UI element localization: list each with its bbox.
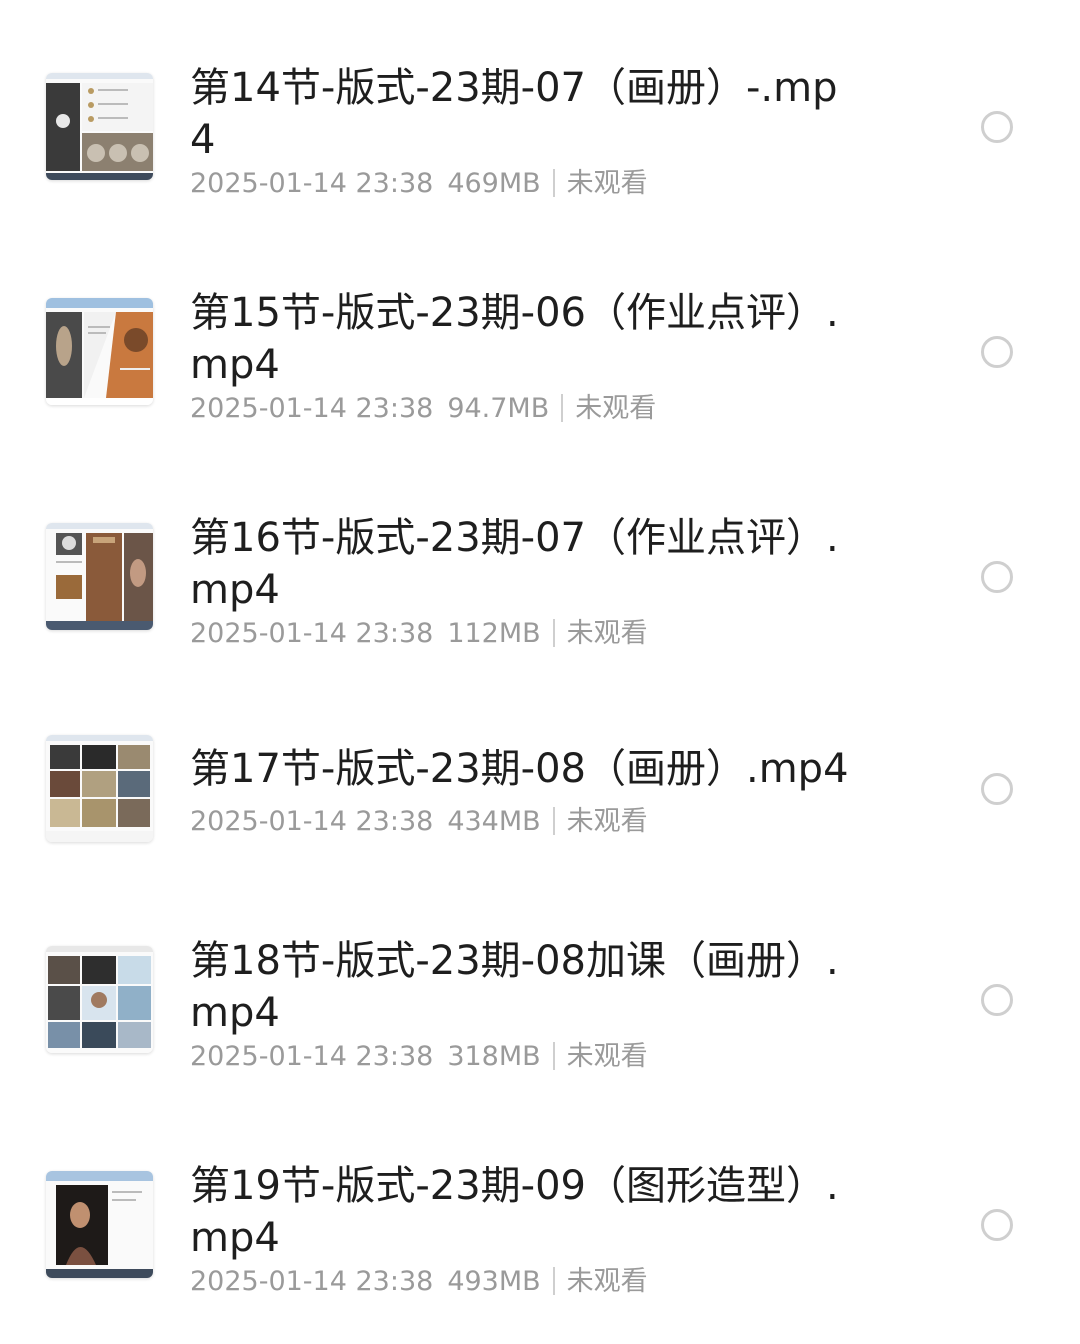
file-date: 2025-01-14 23:38 [190,168,434,199]
watch-status: 未观看 [566,618,648,649]
file-title: 第17节-版式-23期-08（画册）.mp4 [190,746,849,792]
watch-status: 未观看 [566,168,648,199]
file-size: 493MB [447,1266,541,1297]
watch-status: 未观看 [566,806,648,837]
file-meta: 2025-01-14 23:38 318MB 未观看 [190,1040,648,1074]
file-title: 第16节-版式-23期-07（作业点评）.mp4 [190,515,839,613]
file-date: 2025-01-14 23:38 [190,1266,434,1297]
file-title: 第19节-版式-23期-09（图形造型）.mp4 [190,1163,839,1261]
meta-divider [552,807,555,835]
file-size: 434MB [447,806,541,837]
file-title: 第18节-版式-23期-08加课（画册）.mp4 [190,938,839,1036]
file-size: 94.7MB [447,393,550,424]
file-meta: 2025-01-14 23:38 434MB 未观看 [190,805,648,839]
video-thumbnail[interactable] [46,298,153,405]
select-radio[interactable] [981,773,1013,805]
meta-divider [561,394,564,422]
select-radio[interactable] [981,1209,1013,1241]
file-meta: 2025-01-14 23:38 94.7MB 未观看 [190,392,656,426]
file-date: 2025-01-14 23:38 [190,618,434,649]
watch-status: 未观看 [566,1041,648,1072]
file-size: 112MB [447,618,541,649]
meta-divider [552,619,555,647]
meta-divider [552,1042,555,1070]
file-date: 2025-01-14 23:38 [190,806,434,837]
meta-divider [552,169,555,197]
video-thumbnail[interactable] [46,946,153,1053]
file-list: 第14节-版式-23期-07（画册）-.mp4 2025-01-14 23:38… [0,0,1080,1344]
meta-divider [552,1267,555,1295]
file-meta: 2025-01-14 23:38 493MB 未观看 [190,1265,648,1299]
file-title: 第15节-版式-23期-06（作业点评）.mp4 [190,290,839,388]
video-thumbnail[interactable] [46,1171,153,1278]
select-radio[interactable] [981,336,1013,368]
video-thumbnail[interactable] [46,73,153,180]
select-radio[interactable] [981,561,1013,593]
video-thumbnail[interactable] [46,735,153,842]
file-date: 2025-01-14 23:38 [190,393,434,424]
file-meta: 2025-01-14 23:38 469MB 未观看 [190,167,648,201]
select-radio[interactable] [981,111,1013,143]
file-meta: 2025-01-14 23:38 112MB 未观看 [190,617,648,651]
watch-status: 未观看 [566,1266,648,1297]
video-thumbnail[interactable] [46,523,153,630]
file-title: 第14节-版式-23期-07（画册）-.mp4 [190,65,838,163]
file-size: 318MB [447,1041,541,1072]
watch-status: 未观看 [575,393,657,424]
select-radio[interactable] [981,984,1013,1016]
file-size: 469MB [447,168,541,199]
file-date: 2025-01-14 23:38 [190,1041,434,1072]
